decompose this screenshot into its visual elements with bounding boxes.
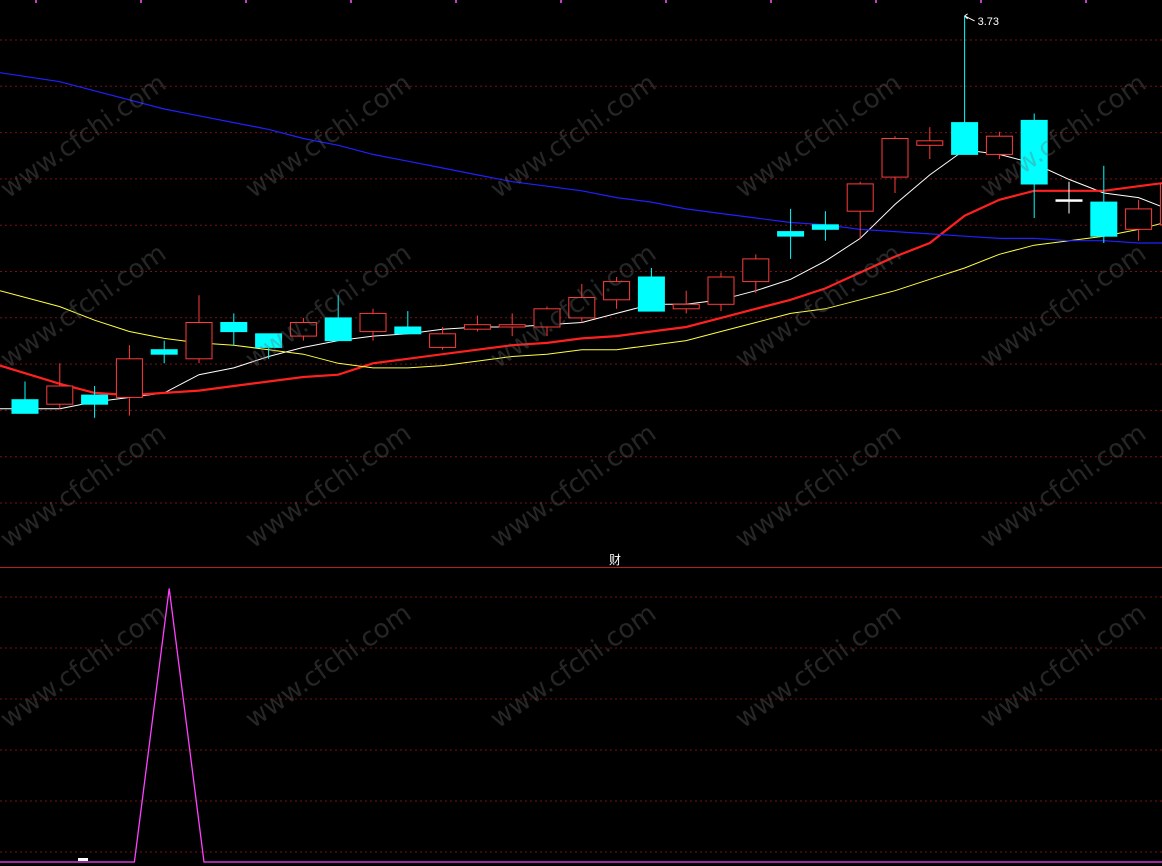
candle: [916, 127, 944, 159]
candle: [742, 254, 770, 293]
indicator-panel-title: 财: [609, 553, 621, 567]
candle: [115, 345, 143, 416]
top-tick: [770, 0, 772, 3]
candle-body: [568, 297, 596, 319]
high-price-label: 3.73: [978, 16, 999, 28]
candle-body: [985, 135, 1013, 155]
candle-body: [881, 138, 909, 178]
candle-body: [255, 333, 283, 348]
top-tick: [560, 0, 562, 3]
candle: [637, 268, 665, 312]
candle-body: [777, 231, 805, 237]
candle-body: [359, 312, 387, 333]
moving-average-lines: [0, 72, 1162, 410]
candle-body: [220, 322, 248, 333]
candle-body: [150, 349, 178, 355]
ma-line-ma-short: [0, 149, 1162, 410]
candle-body: [115, 358, 143, 398]
candle-body: [951, 122, 979, 155]
candle-body: [846, 183, 874, 212]
candle-body: [324, 317, 352, 342]
candle-body: [394, 326, 422, 335]
candle-body: [498, 324, 526, 328]
candle: [220, 313, 248, 346]
price-panel-grid: [0, 0, 1162, 504]
candle-body: [916, 140, 944, 146]
candle-body: [603, 281, 631, 301]
candle: [324, 295, 352, 342]
candle: [498, 313, 526, 337]
candle: [672, 290, 700, 314]
candle-body: [463, 324, 491, 330]
candle: [951, 15, 979, 155]
candle: [568, 283, 596, 323]
candle-body: [185, 322, 213, 360]
top-tick: [245, 0, 247, 3]
indicator-panel-grid: [0, 596, 1162, 853]
candle-body: [289, 322, 317, 337]
candle: [11, 381, 39, 414]
candle-body: [1125, 208, 1153, 230]
candle: [603, 277, 631, 309]
candle: [46, 363, 74, 409]
candle: [150, 340, 178, 364]
candle-body: [81, 394, 109, 405]
candle-body: [1020, 119, 1048, 185]
candle-body: [11, 399, 39, 414]
top-tick: [35, 0, 37, 3]
candle: [1020, 113, 1048, 218]
ma-line-ma-mid: [0, 177, 1162, 397]
candle: [533, 306, 561, 337]
candle: [1090, 165, 1118, 243]
candle-body: [811, 224, 839, 230]
candle: [1055, 181, 1083, 214]
top-tick: [1085, 0, 1087, 3]
top-tick: [665, 0, 667, 3]
ma-line-ma-longest: [0, 72, 1162, 244]
high-price-marker: 3.73: [964, 13, 999, 28]
candle-body: [707, 276, 735, 305]
candle: [777, 208, 805, 259]
top-tick: [980, 0, 982, 3]
candle-body: [1090, 201, 1118, 237]
high-price-arrow: [964, 13, 975, 22]
top-tick: [455, 0, 457, 3]
candle: [394, 311, 422, 335]
stock-chart: 3.73 财: [0, 0, 1162, 863]
candle-body: [429, 333, 457, 348]
top-tick: [140, 0, 142, 3]
indicator-baseline-marker: [78, 858, 88, 861]
candle: [1125, 199, 1153, 241]
candle: [707, 272, 735, 312]
ma-line-ma-long: [0, 208, 1162, 369]
candle-body: [672, 303, 700, 310]
candle-body: [742, 258, 770, 283]
indicator-line: [0, 588, 1162, 863]
candlesticks: [11, 15, 1162, 418]
candle-body: [637, 276, 665, 312]
candle-body: [46, 385, 74, 405]
candle: [985, 131, 1013, 159]
candle: [881, 136, 909, 193]
candle-body: [1055, 199, 1083, 202]
candle: [185, 295, 213, 364]
top-tick: [350, 0, 352, 3]
candle: [811, 211, 839, 241]
top-tick: [875, 0, 877, 3]
candle-body: [533, 308, 561, 328]
candle: [289, 317, 317, 341]
candle: [255, 333, 283, 359]
